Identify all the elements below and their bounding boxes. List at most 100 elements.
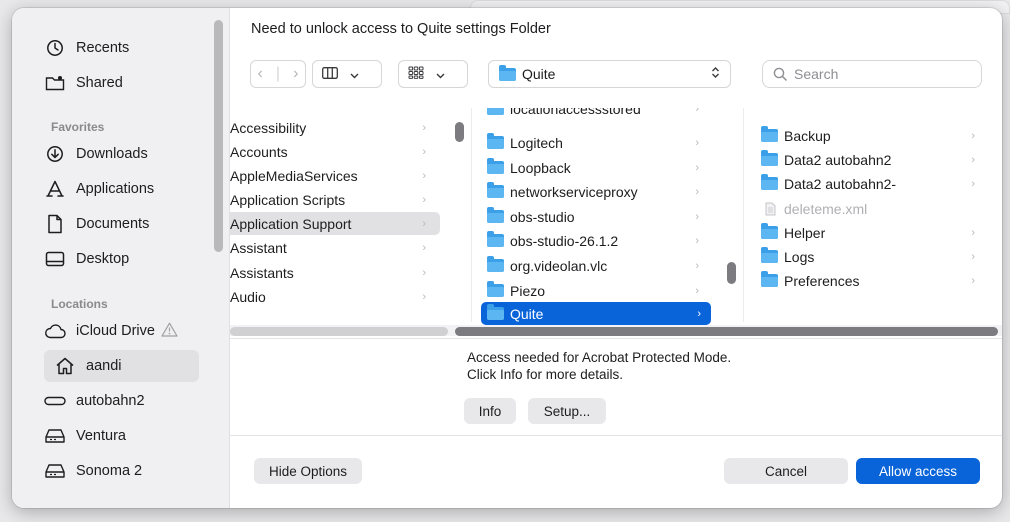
list-item[interactable]: networkserviceproxy › [487,180,709,203]
list-item[interactable]: Data2 autobahn2 › [761,148,981,171]
sidebar-item-label: iCloud Drive [76,323,155,339]
list-item[interactable]: Loopback › [487,156,709,179]
column-scrollbar[interactable] [455,122,464,142]
sidebar-scrollbar[interactable] [214,20,223,252]
forward-button[interactable]: › [293,65,298,83]
list-item[interactable]: Assistants › [230,261,440,284]
info-button[interactable]: Info [464,398,516,424]
sidebar-item-label: aandi [86,358,122,374]
desktop-icon [44,248,66,270]
search-field[interactable]: Search [762,60,982,88]
columns-view-icon [322,66,338,82]
chevron-right-icon: › [695,259,699,272]
warning-icon [161,322,178,340]
column-quite: Backup › Data2 autobahn2 › Data2 autobahn2… [756,108,986,322]
list-item[interactable]: Backup › [761,124,981,147]
item-label: Audio [230,288,266,305]
sidebar-item-sonoma-2[interactable]: Sonoma 2 [44,455,199,487]
list-item-selected[interactable]: Application Support › [230,212,440,235]
folder-icon [487,304,504,320]
sidebar-item-label: Shared [76,75,123,91]
favorites-header: Favorites [51,120,105,134]
view-mode-button[interactable] [312,60,382,88]
list-item[interactable]: org.videolan.vlc › [487,254,709,277]
list-item[interactable]: Accounts › [230,140,440,163]
group-by-button[interactable] [398,60,468,88]
info-line-1: Access needed for Acrobat Protected Mode… [467,350,732,365]
item-label: Helper [784,224,826,241]
list-item[interactable]: obs-studio-26.1.2 › [487,229,709,252]
list-item[interactable]: Helper › [761,221,981,244]
sidebar-item-label: Sonoma 2 [76,463,143,479]
chevron-right-icon: › [697,307,701,320]
item-label: Loopback [510,159,571,176]
allow-access-button[interactable]: Allow access [856,458,980,484]
sidebar-item-label: Documents [76,216,150,232]
folder-icon [487,158,504,174]
sidebar-item-applications[interactable]: Applications [44,173,199,205]
chevron-right-icon: › [971,177,975,190]
folder-icon [761,223,778,239]
divider [230,338,1002,339]
sidebar-item-desktop[interactable]: Desktop [44,243,199,275]
chevron-right-icon: › [422,241,426,254]
item-label: obs-studio-26.1.2 [510,232,619,249]
sidebar-item-aandi[interactable]: aandi [44,350,199,382]
item-label: locationaccessstored [510,108,641,117]
item-label: Piezo [510,282,546,299]
column-scrollbar[interactable] [727,262,736,284]
clock-icon [44,37,66,59]
chevron-right-icon: › [971,274,975,287]
list-item[interactable]: Accessibility › [230,116,440,139]
path-label: Quite [522,66,556,82]
home-icon [54,355,76,377]
list-item-disabled: deleteme.xml [761,197,981,220]
cloud-icon [44,320,66,342]
sidebar-item-downloads[interactable]: Downloads [44,138,199,170]
download-icon [44,143,66,165]
chevron-right-icon: › [422,217,426,230]
scroll-track [230,327,448,336]
sidebar-item-icloud-drive[interactable]: iCloud Drive [44,315,199,347]
list-item[interactable]: Logitech › [487,131,709,154]
disk-icon [44,460,66,482]
path-current: Quite [499,64,556,82]
list-item-selected[interactable]: Quite › [481,302,711,325]
sidebar-item-ventura[interactable]: Ventura [44,420,199,452]
sidebar-item-label: Downloads [76,146,148,162]
chevron-down-icon [350,67,359,82]
locations-header: Locations [51,297,108,311]
setup-button[interactable]: Setup... [528,398,606,424]
list-item[interactable]: obs-studio › [487,205,709,228]
list-item[interactable]: Assistant › [230,236,440,259]
horizontal-scrollbar[interactable] [230,325,1002,336]
cancel-button[interactable]: Cancel [724,458,848,484]
list-item[interactable]: Data2 autobahn2- › [761,172,981,195]
list-item[interactable]: Audio › [230,285,440,308]
column-divider [471,108,472,322]
list-item[interactable]: Logs › [761,245,981,268]
folder-icon [487,108,504,115]
path-popup[interactable]: Quite [488,60,731,88]
sidebar-item-autobahn2[interactable]: autobahn2 [44,385,199,417]
scroll-thumb[interactable] [455,327,998,336]
sidebar-item-shared[interactable]: Shared [44,67,199,99]
list-item[interactable]: AppleMediaServices › [230,164,440,187]
column-browser: Accessibility › Accounts › AppleMediaServi… [230,108,1002,336]
list-item[interactable]: Preferences › [761,269,981,292]
sidebar-item-documents[interactable]: Documents [44,208,199,240]
nav-separator: | [275,65,281,82]
list-item[interactable]: locationaccessstored › [487,108,709,120]
list-item[interactable]: Piezo › [487,279,709,302]
hide-options-button[interactable]: Hide Options [254,458,362,484]
disk-icon [44,425,66,447]
back-button[interactable]: ‹ [258,65,263,83]
open-panel-sheet: Recents Shared Favorites Downloads Appli… [12,8,1002,508]
file-icon [765,202,776,216]
item-label: Data2 autobahn2 [784,151,892,168]
list-item[interactable]: Application Scripts › [230,188,440,211]
folder-icon [487,256,504,272]
folder-icon [487,182,504,198]
sidebar-item-recents[interactable]: Recents [44,32,199,64]
item-label: networkserviceproxy [510,183,638,200]
